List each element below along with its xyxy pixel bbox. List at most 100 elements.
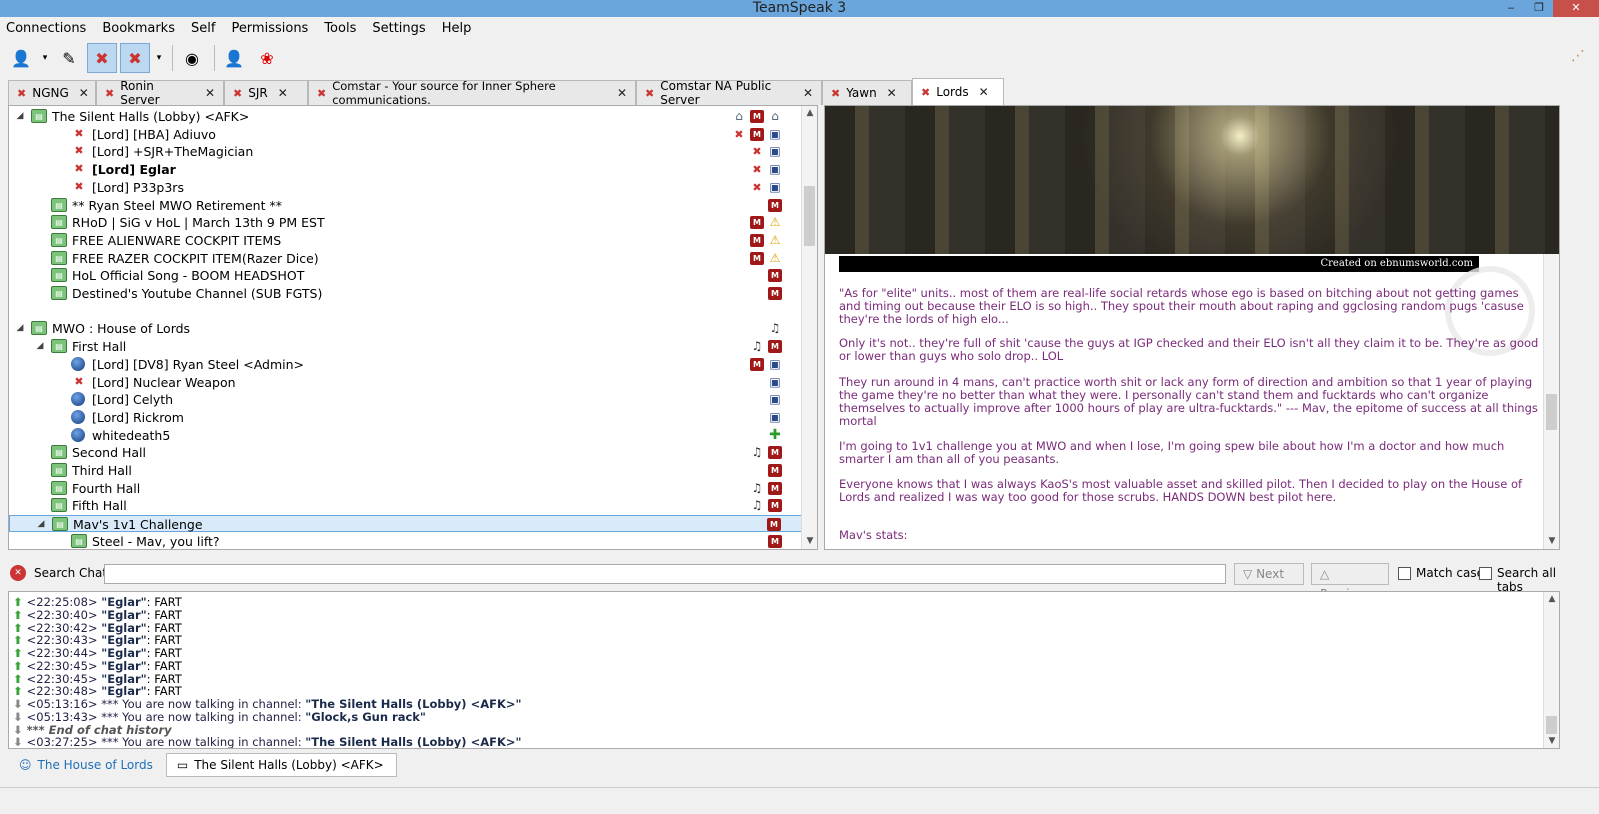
- user-row[interactable]: [Lord] Celyth ▣: [9, 391, 802, 408]
- menu-bookmarks[interactable]: Bookmarks: [102, 19, 175, 39]
- channel-row[interactable]: ▤ FREE ALIENWARE COCKPIT ITEMS M ⚠: [9, 232, 802, 249]
- user-row[interactable]: ✖ [Lord] P33p3rs ✖ ▣: [9, 179, 802, 196]
- user-row[interactable]: ✖ [Lord] Eglar ✖ ▣: [9, 161, 802, 178]
- channel-row[interactable]: ▤ FREE RAZER COCKPIT ITEM(Razer Dice) M ⚠: [9, 250, 802, 267]
- expand-arrow-icon[interactable]: ◢: [36, 516, 46, 533]
- channel-moderated-icon: M: [750, 251, 764, 265]
- menu-settings[interactable]: Settings: [372, 19, 425, 39]
- logo-icon[interactable]: ❀: [252, 43, 282, 73]
- channel-row[interactable]: ▤ HoL Official Song - BOOM HEADSHOT M: [9, 267, 802, 284]
- user-row[interactable]: [Lord] Rickrom ▣: [9, 409, 802, 426]
- next-button[interactable]: ▽ Next: [1234, 563, 1304, 585]
- mute-speakers-icon[interactable]: ✖: [120, 43, 150, 73]
- scroll-up-icon[interactable]: ▲: [1544, 594, 1559, 604]
- scroll-down-icon[interactable]: ▼: [1544, 536, 1559, 546]
- close-tab-icon[interactable]: ✕: [617, 86, 627, 100]
- screen-icon[interactable]: ◉: [177, 43, 207, 73]
- scroll-down-icon[interactable]: ▼: [1544, 736, 1559, 746]
- channel-row[interactable]: ▤ Third Hall M: [9, 462, 802, 479]
- channel-row[interactable]: ▤ ** Ryan Steel MWO Retirement ** M: [9, 197, 802, 214]
- channel-row[interactable]: ▤ Fifth Hall ♫ M: [9, 497, 802, 514]
- music-note-icon: ♫: [751, 339, 763, 354]
- menu-permissions[interactable]: Permissions: [231, 19, 308, 39]
- info-scrollbar[interactable]: ▼: [1543, 254, 1559, 549]
- user-idle-icon: [71, 409, 85, 424]
- tab-label: Ronin Server: [120, 79, 160, 107]
- away-pencil-icon[interactable]: ✎: [54, 43, 84, 73]
- channel-row[interactable]: ▤ Destined's Youtube Channel (SUB FGTS) M: [9, 285, 802, 302]
- user-idle-icon: [71, 427, 85, 442]
- menu-tools[interactable]: Tools: [324, 19, 356, 39]
- channel-row[interactable]: ▤ Steel - Mav, you lift? M: [9, 533, 802, 549]
- tree-row-label: [Lord] [HBA] Adiuvo: [92, 126, 216, 142]
- maximize-button[interactable]: ❐: [1525, 0, 1553, 17]
- search-all-tabs-checkbox[interactable]: [1479, 567, 1492, 580]
- chat-channel-link[interactable]: "The Silent Halls (Lobby) <AFK>": [305, 735, 521, 748]
- contacts-icon[interactable]: 👤: [219, 43, 249, 73]
- channel-row[interactable]: ◢ ▤ Mav's 1v1 Challenge M: [9, 515, 802, 533]
- scroll-down-icon[interactable]: ▼: [802, 536, 817, 546]
- channel-row[interactable]: ◢ ▤ MWO : House of Lords ♫: [9, 320, 802, 337]
- muted-mic-icon: ✖: [752, 145, 762, 159]
- menu-connections[interactable]: Connections: [6, 19, 86, 39]
- channel-row[interactable]: ▤ RHoD | SiG v HoL | March 13th 9 PM EST M…: [9, 214, 802, 231]
- close-tab-icon[interactable]: ✕: [887, 86, 897, 100]
- connect-icon[interactable]: 👤: [6, 43, 36, 73]
- dropdown-arrow-icon[interactable]: ▾: [39, 43, 51, 73]
- close-tab-icon[interactable]: ✕: [803, 86, 813, 100]
- channel-icon: ▤: [51, 268, 67, 283]
- search-input[interactable]: [104, 564, 1226, 584]
- channel-row[interactable]: ▤ Fourth Hall ♫ M: [9, 480, 802, 497]
- chat-input-strip[interactable]: [0, 787, 1599, 814]
- user-row[interactable]: ✖ [Lord] [HBA] Adiuvo ✖ M ▣: [9, 126, 802, 143]
- chat-tab-server[interactable]: ☺ The House of Lords: [8, 753, 166, 777]
- user-row[interactable]: ✖ [Lord] +SJR+TheMagician ✖ ▣: [9, 143, 802, 160]
- tab-comstar-source[interactable]: ✖ Comstar - Your source for Inner Sphere…: [308, 79, 636, 107]
- chat-scrollbar[interactable]: ▲ ▼: [1543, 592, 1559, 748]
- channel-row[interactable]: ◢ ▤ First Hall ♫ M: [9, 338, 802, 355]
- tree-scroll-thumb[interactable]: [804, 186, 815, 246]
- close-window-button[interactable]: ✕: [1553, 0, 1599, 17]
- expand-arrow-icon[interactable]: ◢: [15, 108, 25, 125]
- channel-row[interactable]: ◢ ▤ The Silent Halls (Lobby) <AFK> ⌂ M ⌂: [9, 108, 802, 125]
- expand-arrow-icon[interactable]: ◢: [15, 320, 25, 337]
- tree-row-label: Steel - Mav, you lift?: [92, 533, 220, 549]
- channel-row[interactable]: ▤ Second Hall ♫ M: [9, 444, 802, 461]
- clear-search-icon[interactable]: ✕: [10, 565, 26, 581]
- tab-lords[interactable]: ✖ Lords ✕: [912, 78, 1004, 105]
- chat-scroll-thumb[interactable]: [1546, 716, 1557, 734]
- tab-ronin-server[interactable]: ✖ Ronin Server ✕: [96, 79, 224, 107]
- server-group-icon: ▣: [769, 162, 781, 177]
- expand-arrow-icon[interactable]: ◢: [35, 338, 45, 355]
- scroll-up-icon[interactable]: ▲: [802, 108, 817, 118]
- dropdown-arrow-icon[interactable]: ▾: [153, 43, 165, 73]
- chat-tab-channel[interactable]: ▭ The Silent Halls (Lobby) <AFK>: [165, 753, 397, 777]
- tab-comstar-na[interactable]: ✖ Comstar NA Public Server ✕: [636, 79, 822, 107]
- row-badges: ▣: [768, 374, 782, 391]
- tree-scrollbar[interactable]: ▲ ▼: [801, 106, 817, 549]
- tree-row-label: whitedeath5: [92, 427, 171, 443]
- channel-moderated-icon: M: [750, 127, 764, 141]
- user-row[interactable]: [Lord] [DV8] Ryan Steel <Admin> M ▣: [9, 356, 802, 373]
- user-row[interactable]: ✖ [Lord] Nuclear Weapon ▣: [9, 374, 802, 391]
- close-tab-icon[interactable]: ✕: [205, 86, 215, 100]
- menu-self[interactable]: Self: [191, 19, 215, 39]
- tab-yawn[interactable]: ✖ Yawn ✕: [822, 80, 912, 105]
- info-scroll-thumb[interactable]: [1546, 394, 1557, 430]
- chat-channel-link[interactable]: "Glock,s Gun rack": [305, 710, 426, 724]
- user-idle-icon: [71, 356, 85, 371]
- close-tab-icon[interactable]: ✕: [278, 86, 288, 100]
- close-tab-icon[interactable]: ✕: [979, 85, 989, 99]
- menu-help[interactable]: Help: [442, 19, 472, 39]
- user-row[interactable]: whitedeath5 ✚: [9, 427, 802, 444]
- minimize-button[interactable]: ‒: [1497, 0, 1525, 17]
- tab-ngng[interactable]: ✖ NGNG ✕: [8, 80, 96, 105]
- tree-row-label: Fourth Hall: [72, 480, 141, 496]
- previous-button[interactable]: △ Previous: [1311, 563, 1389, 601]
- previous-arrow-icon: △: [1320, 567, 1330, 581]
- next-label: Next: [1256, 567, 1285, 581]
- tab-sjr[interactable]: ✖ SJR ✕: [224, 80, 308, 105]
- match-case-checkbox[interactable]: [1398, 567, 1411, 580]
- close-tab-icon[interactable]: ✕: [79, 86, 89, 100]
- mute-microphone-icon[interactable]: ✖: [87, 43, 117, 73]
